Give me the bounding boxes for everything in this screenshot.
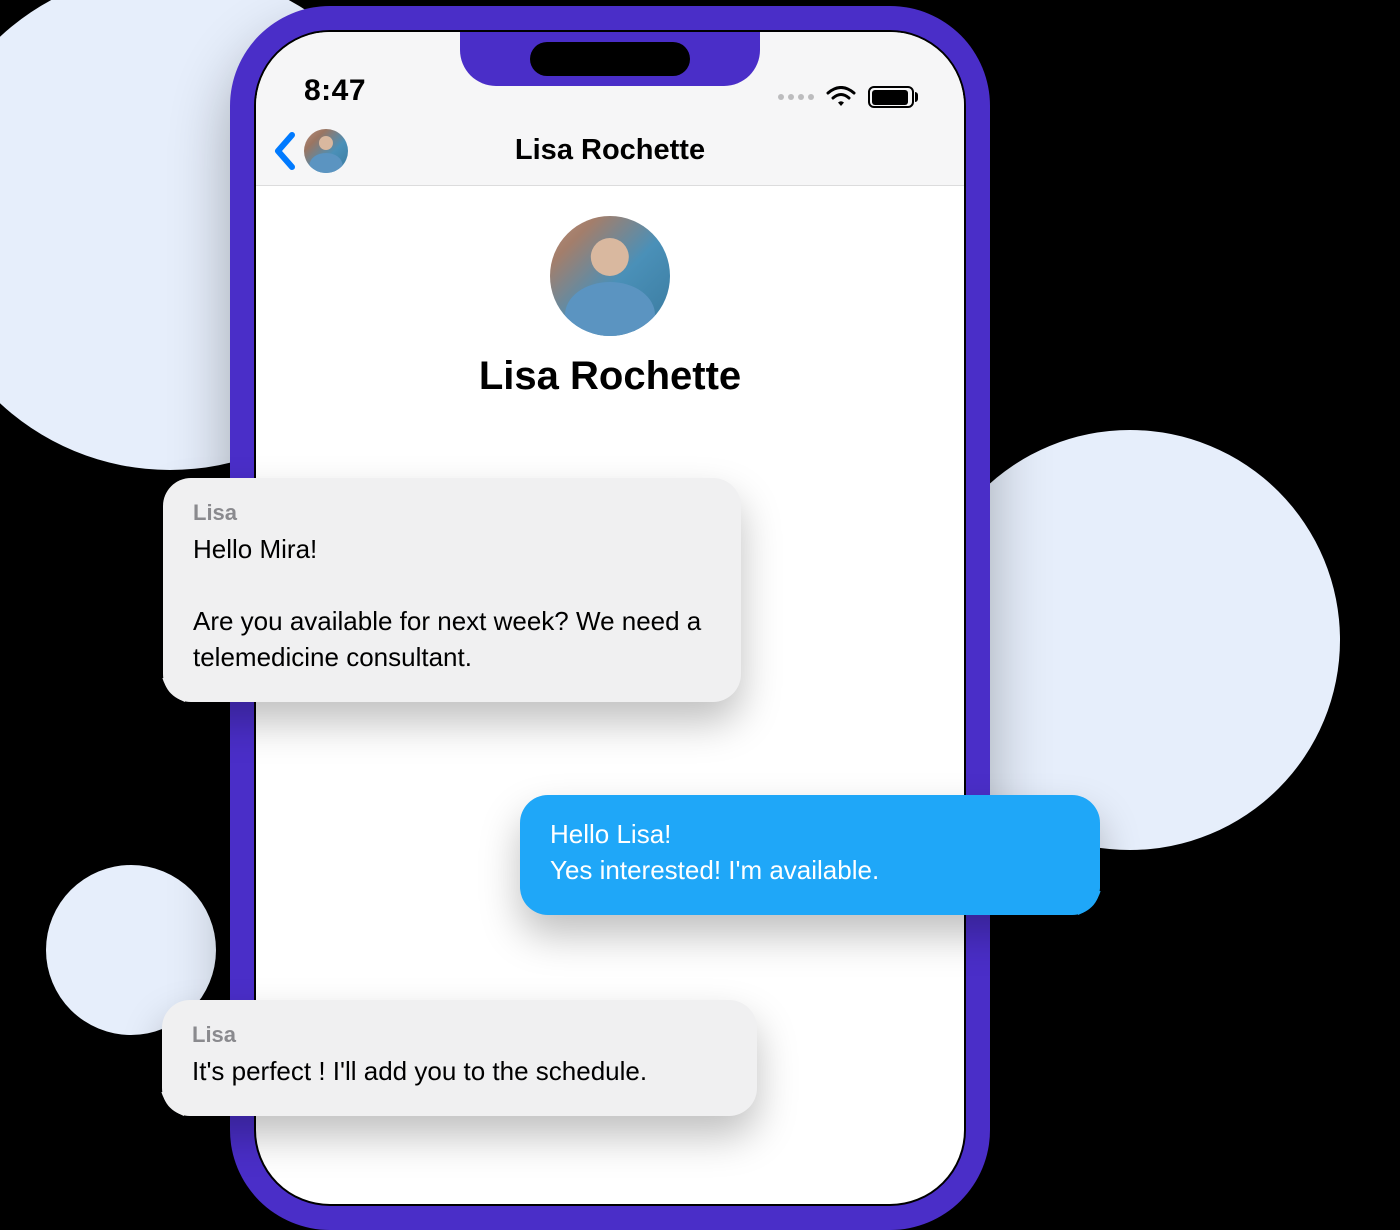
message-text: Hello Lisa! Yes interested! I'm availabl… xyxy=(550,817,1070,889)
chevron-left-icon xyxy=(272,131,298,171)
message-sender: Lisa xyxy=(193,500,711,526)
message-text: It's perfect ! I'll add you to the sched… xyxy=(192,1054,727,1090)
phone-notch xyxy=(460,32,760,86)
battery-icon xyxy=(868,86,914,108)
nav-header: Lisa Rochette xyxy=(256,116,964,186)
wifi-icon xyxy=(826,86,856,108)
message-text: Hello Mira! Are you available for next w… xyxy=(193,532,711,676)
contact-avatar-small xyxy=(304,129,348,173)
nav-title: Lisa Rochette xyxy=(515,134,705,167)
contact-profile: Lisa Rochette xyxy=(256,186,964,399)
message-sender: Lisa xyxy=(192,1022,727,1048)
message-bubble-received[interactable]: Lisa It's perfect ! I'll add you to the … xyxy=(162,1000,757,1116)
back-button[interactable] xyxy=(272,129,348,173)
contact-name: Lisa Rochette xyxy=(479,354,741,399)
message-bubble-sent[interactable]: Hello Lisa! Yes interested! I'm availabl… xyxy=(520,795,1100,915)
status-time: 8:47 xyxy=(304,74,366,108)
status-indicators xyxy=(778,86,914,108)
signal-icon xyxy=(778,94,814,100)
message-bubble-received[interactable]: Lisa Hello Mira! Are you available for n… xyxy=(163,478,741,702)
contact-avatar-large[interactable] xyxy=(550,216,670,336)
